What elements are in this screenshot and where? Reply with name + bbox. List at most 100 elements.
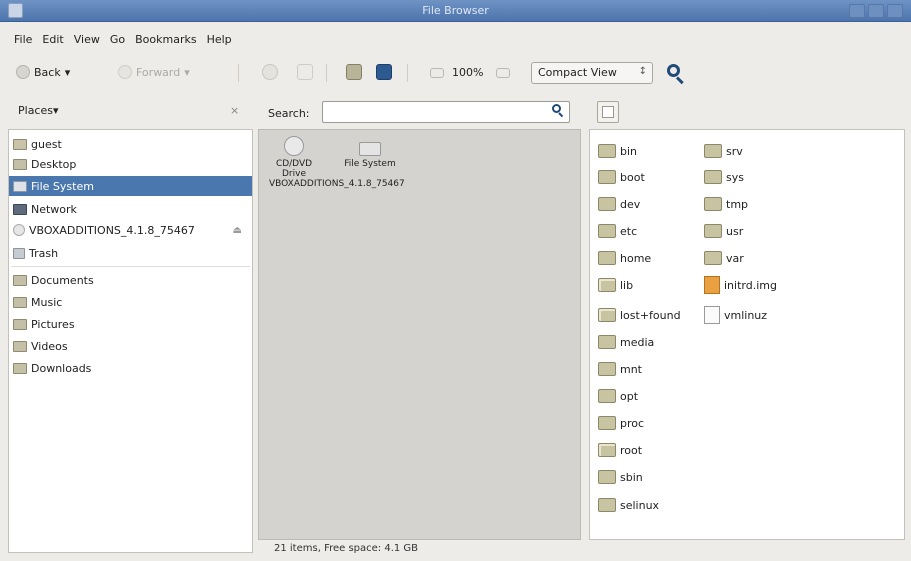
- device-file-system[interactable]: File System: [339, 136, 401, 169]
- cd-icon: [13, 224, 25, 236]
- menu-file[interactable]: File: [14, 33, 32, 51]
- file-item[interactable]: usr: [704, 222, 743, 240]
- forward-button[interactable]: Forward ▾: [118, 58, 190, 86]
- sidebar-item-pictures[interactable]: Pictures: [9, 314, 252, 334]
- sidebar-item-music[interactable]: Music: [9, 292, 252, 312]
- menu-bar: File Edit View Go Bookmarks Help: [0, 33, 232, 51]
- search-field-overlay: [322, 101, 570, 123]
- file-name: selinux: [620, 498, 660, 512]
- file-item[interactable]: var: [704, 249, 744, 267]
- folder-icon: [704, 251, 722, 265]
- menu-help[interactable]: Help: [207, 33, 232, 51]
- zoom-in-icon[interactable]: [496, 68, 510, 78]
- back-arrow-icon: [16, 65, 30, 79]
- file-item[interactable]: media: [598, 333, 654, 351]
- cd-drive-icon: [284, 136, 304, 156]
- sidebar-divider: [11, 266, 250, 267]
- minimize-button[interactable]: [849, 4, 865, 18]
- file-item[interactable]: dev: [598, 195, 640, 213]
- folder-icon: [704, 170, 722, 184]
- file-name: var: [726, 251, 744, 265]
- forward-arrow-icon: [118, 65, 132, 79]
- sidebar-item-trash[interactable]: Trash: [9, 243, 252, 263]
- folder-icon: [598, 170, 616, 184]
- file-item[interactable]: home: [598, 249, 651, 267]
- status-bar: 21 items, Free space: 4.1 GB: [274, 543, 419, 554]
- file-item[interactable]: boot: [598, 168, 645, 186]
- file-name: opt: [620, 389, 639, 403]
- file-item[interactable]: vmlinuz: [704, 306, 767, 324]
- forward-history-caret[interactable]: ▾: [184, 66, 190, 79]
- document-file-icon: [704, 306, 720, 324]
- sidebar-item-documents[interactable]: Documents: [9, 270, 252, 290]
- file-item[interactable]: srv: [704, 142, 743, 160]
- toolbar-separator: [326, 64, 327, 82]
- file-name: lost+found: [620, 308, 681, 322]
- device-cd-drive[interactable]: CD/DVD Drive VBOXADDITIONS_4.1.8_75467: [269, 136, 405, 189]
- file-item[interactable]: proc: [598, 414, 644, 432]
- sidebar-item-vboxadditions[interactable]: VBOXADDITIONS_4.1.8_75467 ⏏: [9, 220, 252, 240]
- back-button[interactable]: Back ▾: [16, 58, 70, 86]
- folder-link-icon: [598, 443, 616, 457]
- search-label: Search:: [268, 107, 310, 120]
- close-sidebar-icon[interactable]: ×: [230, 104, 239, 117]
- folder-icon: [704, 144, 722, 158]
- trash-icon: [13, 247, 25, 259]
- menu-go[interactable]: Go: [110, 33, 125, 51]
- folder-icon: [598, 251, 616, 265]
- file-item[interactable]: opt: [598, 387, 638, 405]
- search-icon[interactable]: [667, 64, 685, 85]
- reload-icon[interactable]: [297, 64, 313, 80]
- folder-link-icon: [598, 278, 616, 292]
- sidebar-item-desktop[interactable]: Desktop: [9, 154, 252, 174]
- menu-view[interactable]: View: [74, 33, 100, 51]
- toolbar: Back ▾ Forward ▾ 100% Compact View ↕: [0, 58, 911, 88]
- menu-bookmarks[interactable]: Bookmarks: [135, 33, 196, 51]
- folder-icon: [598, 144, 616, 158]
- sidebar-item-label: Downloads: [31, 361, 92, 375]
- close-window-button[interactable]: [887, 4, 903, 18]
- stop-icon[interactable]: [262, 64, 278, 80]
- file-item[interactable]: sbin: [598, 468, 643, 486]
- search-field-icon-handle: [558, 112, 564, 118]
- back-history-caret[interactable]: ▾: [65, 66, 71, 79]
- file-item[interactable]: initrd.img: [704, 276, 777, 294]
- file-item[interactable]: root: [598, 441, 642, 459]
- search-field-icon[interactable]: [552, 104, 564, 118]
- view-mode-select[interactable]: Compact View ↕: [531, 62, 653, 84]
- toolbar-separator: [407, 64, 408, 82]
- eject-icon[interactable]: ⏏: [233, 225, 242, 236]
- file-item[interactable]: etc: [598, 222, 637, 240]
- file-item[interactable]: tmp: [704, 195, 748, 213]
- file-item[interactable]: lib: [598, 276, 633, 294]
- file-item[interactable]: selinux: [598, 496, 659, 514]
- sidebar-item-file-system[interactable]: File System: [9, 176, 252, 196]
- back-label: Back: [34, 65, 61, 79]
- computer-icon[interactable]: [376, 64, 392, 80]
- file-item[interactable]: lost+found: [598, 306, 681, 324]
- split-pane-button[interactable]: [597, 101, 619, 123]
- file-name: srv: [726, 144, 743, 158]
- sidebar-item-label: Trash: [29, 246, 59, 260]
- forward-label: Forward: [136, 65, 181, 79]
- file-item[interactable]: sys: [704, 168, 744, 186]
- folder-icon: [598, 224, 616, 238]
- menu-edit[interactable]: Edit: [42, 33, 63, 51]
- places-header-caret: ▾: [52, 104, 59, 117]
- folder-icon: [598, 362, 616, 376]
- zoom-out-icon[interactable]: [430, 68, 444, 78]
- file-item[interactable]: bin: [598, 142, 637, 160]
- view-mode-caret-icon: ↕: [638, 66, 647, 77]
- sidebar-item-network[interactable]: Network: [9, 199, 252, 219]
- home-icon[interactable]: [346, 64, 362, 80]
- file-name: bin: [620, 144, 638, 158]
- desktop-folder-icon: [13, 158, 27, 170]
- file-name: usr: [726, 224, 744, 238]
- sidebar-item-guest[interactable]: guest: [9, 134, 252, 154]
- maximize-button[interactable]: [868, 4, 884, 18]
- sidebar-item-videos[interactable]: Videos: [9, 336, 252, 356]
- places-header[interactable]: Places▾: [18, 104, 59, 117]
- folder-icon: [598, 416, 616, 430]
- file-item[interactable]: mnt: [598, 360, 642, 378]
- sidebar-item-downloads[interactable]: Downloads: [9, 358, 252, 378]
